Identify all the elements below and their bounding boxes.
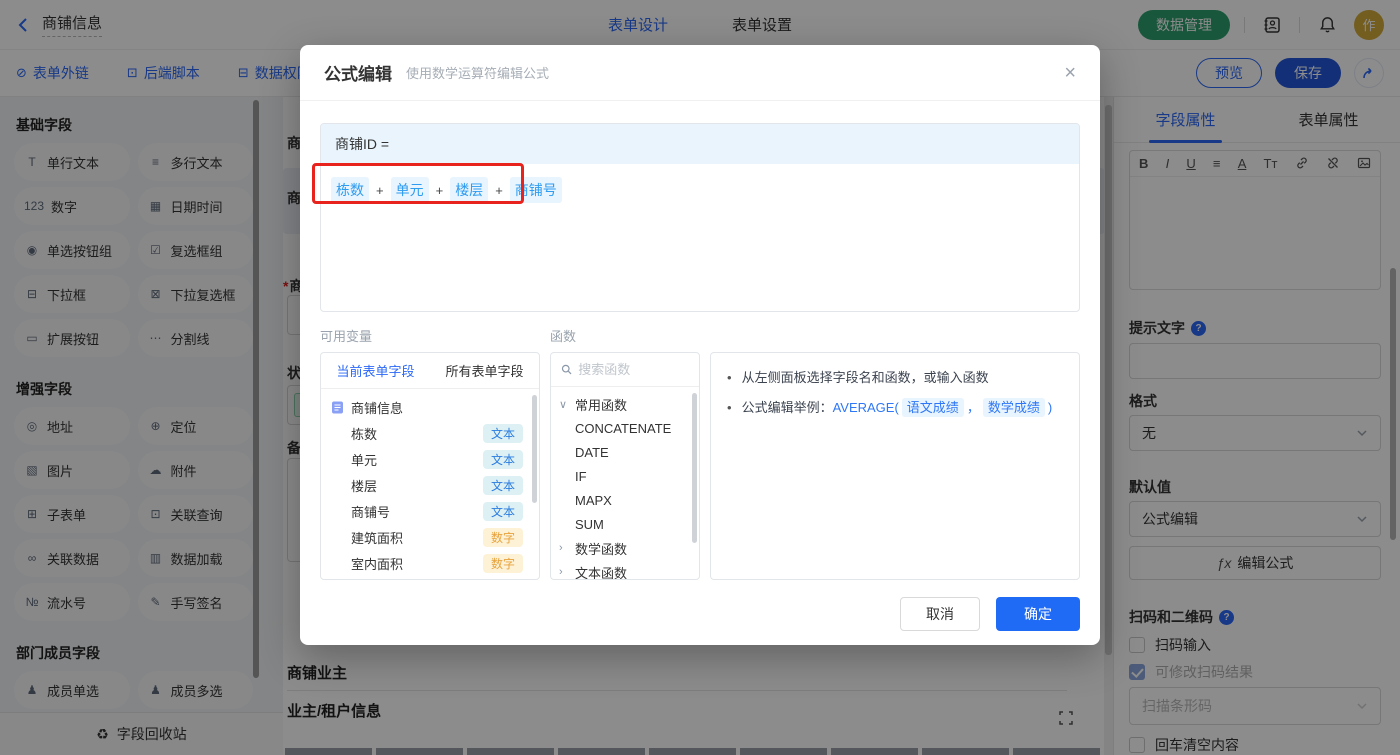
function-group-collapsed[interactable]: › 文本函数 xyxy=(551,560,699,580)
variable-type-badge: 文本 xyxy=(482,449,523,469)
function-groups-collapsed: › 数学函数 › 文本函数 xyxy=(551,536,699,580)
formula-expression: 栋数 + 单元 + 楼层 + 商铺号 xyxy=(321,164,1079,216)
variable-type-badge: 文本 xyxy=(482,475,523,495)
variables-tab[interactable]: 所有表单字段 xyxy=(445,361,523,380)
variable-name: 栋数 xyxy=(351,426,378,442)
field-token[interactable]: 栋数 xyxy=(331,177,369,203)
function-group-label: 常用函数 xyxy=(575,397,628,413)
variable-row[interactable]: 室内面积 数字 xyxy=(321,550,539,576)
formula-target: 商铺ID = xyxy=(321,124,1079,164)
variable-name: 建筑面积 xyxy=(351,530,404,546)
variable-row[interactable]: 建筑面积 数字 xyxy=(321,524,539,550)
bullet: • xyxy=(727,370,732,385)
variable-type-badge: 数字 xyxy=(482,527,523,547)
function-item[interactable]: SUM xyxy=(551,512,699,536)
function-group-expanded[interactable]: ∨ 常用函数 xyxy=(551,392,699,416)
functions-scrollbar[interactable] xyxy=(692,393,697,543)
functions-label: 函数 xyxy=(550,329,577,344)
variable-row[interactable]: 商铺号 文本 xyxy=(321,498,539,524)
field-token[interactable]: 商铺号 xyxy=(509,177,562,203)
variable-rows: 栋数 文本 单元 文本 楼层 文本 商铺号 文本 建筑面积 数字 室内面积 数字 xyxy=(321,420,539,576)
caret-down-icon: ∨ xyxy=(559,398,568,411)
function-group-label: 数学函数 xyxy=(575,541,628,557)
form-group-label: 商铺信息 xyxy=(351,400,404,416)
help-panel: • 从左侧面板选择字段名和函数，或输入函数 • 公式编辑举例：AVERAGE(语… xyxy=(710,352,1080,580)
form-doc-icon xyxy=(332,401,343,413)
example-token: 数学成绩 xyxy=(982,398,1045,417)
variable-type-badge: 文本 xyxy=(482,423,523,443)
function-search-input[interactable] xyxy=(578,362,689,377)
modal-header: 公式编辑 使用数学运算符编辑公式 × xyxy=(300,45,1100,101)
formula-term: 栋数 + xyxy=(331,177,391,203)
caret-right-icon: › xyxy=(559,566,563,578)
function-items: CONCATENATE DATE IF MAPX SUM xyxy=(551,416,699,536)
help-text: 从左侧面板选择字段名和函数，或输入函数 xyxy=(741,370,989,385)
example-token: 语文成绩 xyxy=(901,398,964,417)
confirm-button[interactable]: 确定 xyxy=(996,597,1080,631)
variable-name: 单元 xyxy=(351,452,378,468)
function-item[interactable]: CONCATENATE xyxy=(551,416,699,440)
bullet: • xyxy=(727,400,732,415)
functions-tree: ∨ 常用函数 CONCATENATE DATE IF MAPX SUM › 数学函数 xyxy=(551,387,699,580)
plus-operator: + xyxy=(495,182,503,198)
close-icon[interactable]: × xyxy=(1064,63,1076,83)
cancel-button[interactable]: 取消 xyxy=(900,597,980,631)
variable-type-badge: 数字 xyxy=(482,553,523,573)
variables-label: 可用变量 xyxy=(320,329,373,344)
panel-labels: 可用变量 函数 xyxy=(320,326,1080,345)
function-group-label: 文本函数 xyxy=(575,565,628,580)
help-example: 公式编辑举例：AVERAGE(语文成绩，数学成绩) xyxy=(741,398,1053,417)
formula-term: 单元 + xyxy=(390,177,451,203)
modal-panels: 当前表单字段 所有表单字段 商铺信息 栋数 文本 单元 文本 楼层 文本 商铺号… xyxy=(320,352,1080,580)
modal-subtitle: 使用数学运算符编辑公式 xyxy=(406,66,550,81)
functions-panel: ∨ 常用函数 CONCATENATEDATEIFMAPXSUM › 数学函数 xyxy=(550,352,700,580)
formula-edit-modal: 公式编辑 使用数学运算符编辑公式 × 商铺ID = 栋数 + 单元 + 楼层 +… xyxy=(300,45,1100,645)
form-designer-page: 商铺信息 表单设计 表单设置 数据管理 作 ⊘ 表单外链 ⊡ 后端脚本 ⊟ 数据… xyxy=(0,0,1400,755)
variable-row[interactable]: 单元 文本 xyxy=(321,446,539,472)
modal-body: 商铺ID = 栋数 + 单元 + 楼层 + 商铺号 可用变量 函数 当前表单字段… xyxy=(300,101,1100,580)
caret-right-icon: › xyxy=(559,542,563,554)
variable-name: 商铺号 xyxy=(351,504,391,520)
modal-footer: 取消 确定 xyxy=(300,583,1100,645)
formula-term: 商铺号 + xyxy=(509,177,562,203)
help-line-2: • 公式编辑举例：AVERAGE(语文成绩，数学成绩) xyxy=(727,393,1063,423)
plus-operator: + xyxy=(376,182,384,198)
variable-row[interactable]: 楼层 文本 xyxy=(321,472,539,498)
form-group-node[interactable]: 商铺信息 xyxy=(321,394,539,420)
help-line-1: • 从左侧面板选择字段名和函数，或输入函数 xyxy=(727,363,1063,393)
modal-title: 公式编辑 xyxy=(324,65,392,84)
search-icon xyxy=(561,364,572,375)
formula-editor[interactable]: 商铺ID = 栋数 + 单元 + 楼层 + 商铺号 xyxy=(320,123,1080,312)
function-group-collapsed[interactable]: › 数学函数 xyxy=(551,536,699,560)
field-token[interactable]: 单元 xyxy=(390,177,429,203)
variable-name: 楼层 xyxy=(351,478,378,494)
variables-panel: 当前表单字段 所有表单字段 商铺信息 栋数 文本 单元 文本 楼层 文本 商铺号… xyxy=(320,352,540,580)
function-item[interactable]: MAPX xyxy=(551,488,699,512)
field-token[interactable]: 楼层 xyxy=(450,177,489,203)
plus-operator: + xyxy=(435,182,444,198)
formula-term: 楼层 + xyxy=(450,177,510,203)
variables-scrollbar[interactable] xyxy=(532,395,537,503)
variable-type-badge: 文本 xyxy=(482,501,523,521)
variable-name: 室内面积 xyxy=(351,556,404,572)
function-item[interactable]: DATE xyxy=(551,440,699,464)
variable-row[interactable]: 栋数 文本 xyxy=(321,420,539,446)
function-search[interactable] xyxy=(551,353,699,387)
variables-tab[interactable]: 当前表单字段 xyxy=(336,361,414,380)
variables-tabs: 当前表单字段 所有表单字段 xyxy=(321,353,539,389)
function-item[interactable]: IF xyxy=(551,464,699,488)
variables-tree: 商铺信息 栋数 文本 单元 文本 楼层 文本 商铺号 文本 建筑面积 数字 室内… xyxy=(321,389,539,579)
